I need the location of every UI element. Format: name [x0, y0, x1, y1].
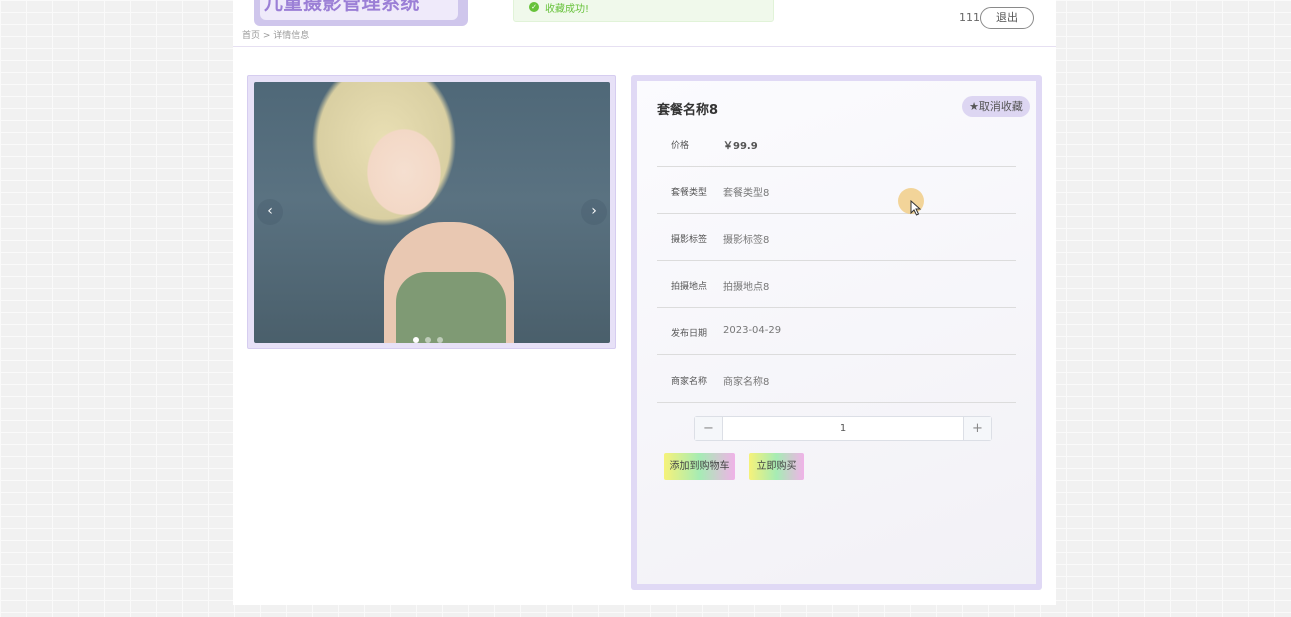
info-value: 套餐类型8	[723, 188, 770, 199]
product-photo	[254, 82, 610, 343]
info-label: 商家名称	[671, 377, 708, 387]
carousel-prev-button[interactable]: ‹	[257, 199, 283, 225]
info-label: 套餐类型	[671, 188, 708, 198]
carousel-next-button[interactable]: ›	[581, 199, 607, 225]
info-row-location: 拍摄地点 拍摄地点8	[657, 261, 1016, 308]
info-value: 商家名称8	[723, 377, 770, 388]
decrease-button[interactable]: −	[695, 417, 723, 440]
product-title: 套餐名称8	[657, 103, 719, 118]
logout-button[interactable]: 退出	[980, 7, 1034, 29]
info-row-photo-tag: 摄影标签 摄影标签8	[657, 214, 1016, 261]
unfavorite-button[interactable]: ★取消收藏	[962, 96, 1030, 117]
success-toast: ✓ 收藏成功!	[513, 0, 774, 22]
info-row-publish-date: 发布日期 2023-04-29	[657, 308, 1016, 355]
logo-text: 儿童摄影管理系统	[264, 0, 421, 14]
check-circle-icon: ✓	[529, 2, 539, 12]
increase-button[interactable]: +	[963, 417, 991, 440]
info-label: 价格	[671, 141, 690, 151]
info-value: 2023-04-29	[723, 325, 782, 336]
username: 111	[959, 11, 980, 24]
breadcrumb[interactable]: 首页 > 详情信息	[242, 28, 309, 41]
quantity-stepper: − 1 +	[694, 416, 992, 441]
info-value: 摄影标签8	[723, 235, 770, 246]
logo: 儿童摄影管理系统	[254, 0, 468, 26]
add-to-cart-button[interactable]: 添加到购物车	[664, 453, 735, 480]
info-label: 拍摄地点	[671, 282, 708, 292]
carousel-indicators	[413, 328, 449, 343]
info-value: ￥99.9	[723, 141, 758, 152]
quantity-input[interactable]: 1	[723, 417, 963, 440]
buy-now-button[interactable]: 立即购买	[749, 453, 804, 480]
info-value: 拍摄地点8	[723, 282, 770, 293]
mouse-cursor-icon	[910, 200, 922, 216]
info-row-merchant: 商家名称 商家名称8	[657, 356, 1016, 403]
carousel-dot[interactable]	[437, 337, 443, 343]
carousel-dot[interactable]	[413, 337, 419, 343]
toast-message: 收藏成功!	[545, 4, 590, 15]
info-label: 发布日期	[671, 329, 708, 339]
info-label: 摄影标签	[671, 235, 708, 245]
info-row-price: 价格 ￥99.9	[657, 120, 1016, 167]
carousel-dot[interactable]	[425, 337, 431, 343]
info-row-package-type: 套餐类型 套餐类型8	[657, 167, 1016, 214]
